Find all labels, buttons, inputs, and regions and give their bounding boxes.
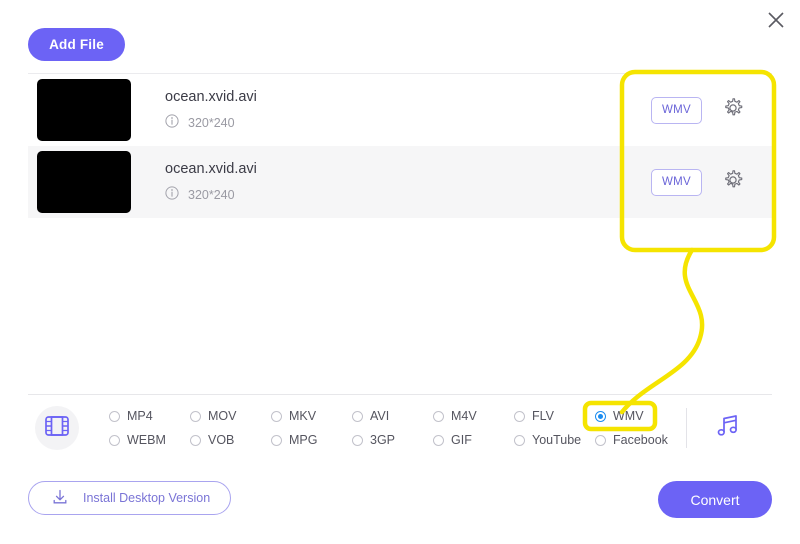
row-actions: WMV xyxy=(651,168,744,196)
radio-wmv[interactable] xyxy=(595,410,606,422)
radio-3gp[interactable] xyxy=(352,434,363,446)
install-label: Install Desktop Version xyxy=(83,491,211,505)
info-icon[interactable] xyxy=(165,114,179,131)
film-strip-icon xyxy=(44,414,70,443)
format-option-m4v[interactable]: M4V xyxy=(433,409,514,423)
audio-category-button[interactable] xyxy=(713,411,743,446)
radio-youtube[interactable] xyxy=(514,434,525,446)
file-list: ocean.xvid.avi 320*240 WMV ocean.xvid.av… xyxy=(28,73,772,218)
format-option-avi[interactable]: AVI xyxy=(352,409,433,423)
file-details: 320*240 xyxy=(165,186,257,203)
format-label: MPG xyxy=(289,433,318,447)
radio-webm[interactable] xyxy=(109,434,120,446)
format-label: FLV xyxy=(532,409,554,423)
format-label: M4V xyxy=(451,409,477,423)
footer-bar: Install Desktop Version Convert xyxy=(28,461,772,544)
video-thumbnail[interactable] xyxy=(37,151,131,213)
radio-flv[interactable] xyxy=(514,410,525,422)
add-file-button[interactable]: Add File xyxy=(28,28,125,61)
close-icon xyxy=(766,10,786,30)
radio-vob[interactable] xyxy=(190,434,201,446)
format-label: VOB xyxy=(208,433,235,447)
format-label: WMV xyxy=(613,409,644,423)
format-label: YouTube xyxy=(532,433,582,447)
radio-mp4[interactable] xyxy=(109,410,120,422)
video-category-button[interactable] xyxy=(35,406,79,450)
format-option-mpg[interactable]: MPG xyxy=(271,433,352,447)
format-option-vob[interactable]: VOB xyxy=(190,433,271,447)
format-label: AVI xyxy=(370,409,390,423)
file-meta: ocean.xvid.avi 320*240 xyxy=(165,161,257,203)
radio-mov[interactable] xyxy=(190,410,201,422)
format-option-mov[interactable]: MOV xyxy=(190,409,271,423)
radio-mpg[interactable] xyxy=(271,434,282,446)
format-label: 3GP xyxy=(370,433,396,447)
format-options-grid: MP4 MOV MKV AVI M4V FLV WMV WEBM VOB MPG… xyxy=(109,404,676,452)
output-format-button[interactable]: WMV xyxy=(651,96,702,124)
format-option-mp4[interactable]: MP4 xyxy=(109,409,190,423)
install-desktop-version-button[interactable]: Install Desktop Version xyxy=(28,481,231,515)
file-resolution: 320*240 xyxy=(188,187,235,202)
convert-button[interactable]: Convert xyxy=(658,481,772,518)
gear-icon[interactable] xyxy=(722,169,744,196)
format-option-flv[interactable]: FLV xyxy=(514,409,595,423)
format-option-youtube[interactable]: YouTube xyxy=(514,433,595,447)
music-note-icon xyxy=(713,411,743,446)
format-option-3gp[interactable]: 3GP xyxy=(352,433,433,447)
format-option-facebook[interactable]: Facebook xyxy=(595,433,676,447)
video-thumbnail[interactable] xyxy=(37,79,131,141)
format-option-mkv[interactable]: MKV xyxy=(271,409,352,423)
close-button[interactable] xyxy=(760,4,792,36)
format-selection-bar: MP4 MOV MKV AVI M4V FLV WMV WEBM VOB MPG… xyxy=(28,394,772,461)
gear-icon[interactable] xyxy=(722,97,744,124)
radio-facebook[interactable] xyxy=(595,434,606,446)
radio-gif[interactable] xyxy=(433,434,444,446)
file-meta: ocean.xvid.avi 320*240 xyxy=(165,89,257,131)
file-resolution: 320*240 xyxy=(188,115,235,130)
file-details: 320*240 xyxy=(165,114,257,131)
format-option-wmv[interactable]: WMV xyxy=(595,409,676,423)
radio-m4v[interactable] xyxy=(433,410,444,422)
annotation-pointer-curve xyxy=(619,247,705,415)
table-row[interactable]: ocean.xvid.avi 320*240 WMV xyxy=(28,74,772,146)
file-name: ocean.xvid.avi xyxy=(165,89,257,105)
format-option-gif[interactable]: GIF xyxy=(433,433,514,447)
converter-window: Add File ocean.xvid.avi 320*240 WMV ocea… xyxy=(0,0,800,544)
format-label: MKV xyxy=(289,409,317,423)
format-label: WEBM xyxy=(127,433,166,447)
output-format-button[interactable]: WMV xyxy=(651,168,702,196)
format-label: GIF xyxy=(451,433,472,447)
radio-avi[interactable] xyxy=(352,410,363,422)
format-label: MOV xyxy=(208,409,237,423)
info-icon[interactable] xyxy=(165,186,179,203)
file-name: ocean.xvid.avi xyxy=(165,161,257,177)
divider xyxy=(686,408,687,448)
format-label: MP4 xyxy=(127,409,153,423)
format-label: Facebook xyxy=(613,433,668,447)
download-icon xyxy=(51,488,69,509)
radio-mkv[interactable] xyxy=(271,410,282,422)
table-row[interactable]: ocean.xvid.avi 320*240 WMV xyxy=(28,146,772,218)
row-actions: WMV xyxy=(651,96,744,124)
format-option-webm[interactable]: WEBM xyxy=(109,433,190,447)
